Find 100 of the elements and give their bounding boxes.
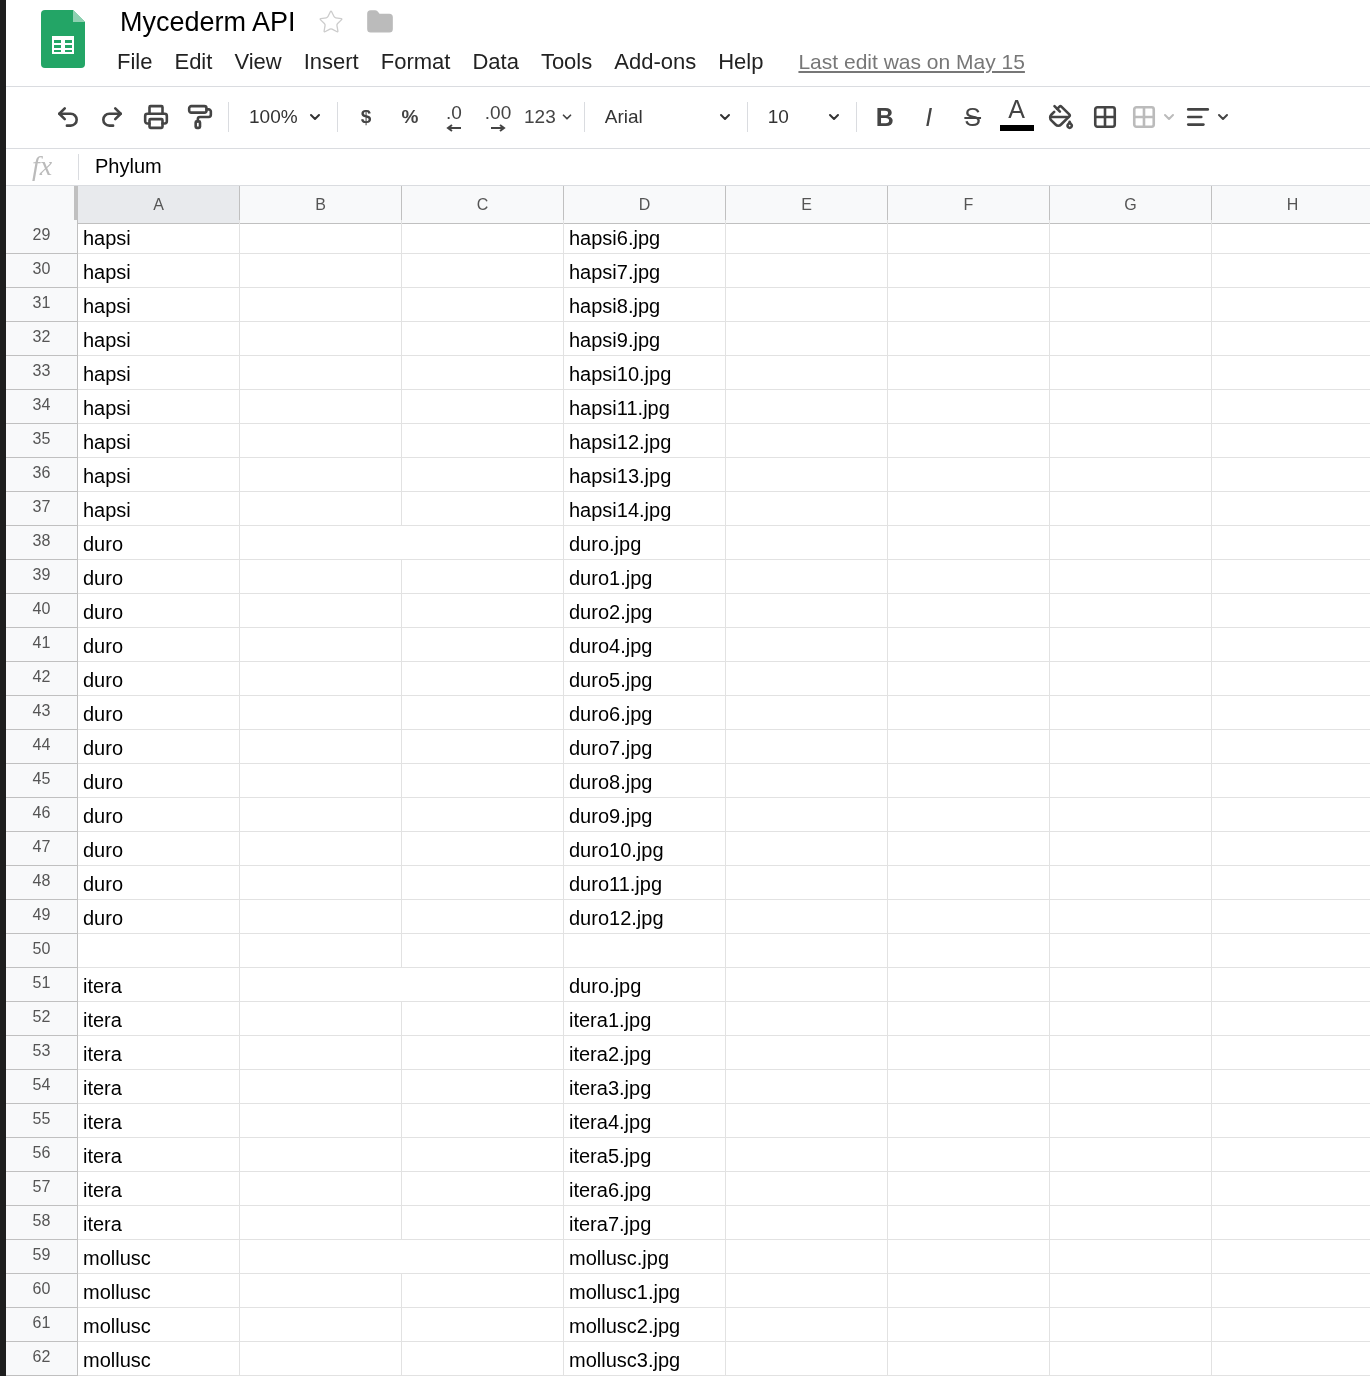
column-header[interactable]: E [726,186,888,224]
row-header[interactable]: 45 [6,764,78,798]
table-cell: itera [78,1104,240,1138]
row-header[interactable]: 30 [6,254,78,288]
row-header[interactable]: 50 [6,934,78,968]
row-header[interactable]: 40 [6,594,78,628]
table-cell: hapsi [78,254,240,288]
row-header[interactable]: 58 [6,1206,78,1240]
row-header[interactable]: 62 [6,1342,78,1376]
increase-decimal-button[interactable]: .00 [476,97,520,138]
column-header[interactable]: G [1050,186,1212,224]
column-header[interactable]: H [1212,186,1370,224]
italic-button[interactable]: I [906,97,951,138]
table-cell: duro1.jpg [564,560,726,594]
table-cell: hapsi6.jpg [564,220,726,254]
row-header[interactable]: 35 [6,424,78,458]
table-cell: hapsi [78,492,240,526]
table-cell: duro5.jpg [564,662,726,696]
row-header[interactable]: 31 [6,288,78,322]
last-edit-link[interactable]: Last edit was on May 15 [798,50,1025,74]
table-cell: duro [78,628,240,662]
column-header[interactable]: C [402,186,564,224]
menu-item[interactable]: Help [707,44,775,80]
table-cell: duro [78,798,240,832]
format-button[interactable]: % [388,97,432,138]
table-cell: mollusc2.jpg [564,1308,726,1342]
menu-item[interactable]: Format [369,44,462,80]
row-header[interactable]: 52 [6,1002,78,1036]
column-header[interactable]: B [240,186,402,224]
table-cell: duro [78,832,240,866]
menu-item[interactable]: Tools [529,44,604,80]
table-cell: mollusc [78,1274,240,1308]
row-header[interactable]: 32 [6,322,78,356]
strikethrough-button[interactable]: S [950,97,995,138]
row-header[interactable]: 38 [6,526,78,560]
table-cell: duro [78,866,240,900]
row-header[interactable]: 51 [6,968,78,1002]
menu-item[interactable]: Edit [163,44,224,80]
table-cell: hapsi [78,288,240,322]
row-header[interactable]: 36 [6,458,78,492]
table-cell: hapsi [78,356,240,390]
table-cell: hapsi [78,424,240,458]
menu-item[interactable]: Add-ons [603,44,708,80]
table-cell: duro [78,594,240,628]
menu-item[interactable]: File [106,44,164,80]
row-header[interactable]: 37 [6,492,78,526]
row-header[interactable]: 60 [6,1274,78,1308]
row-header[interactable]: 44 [6,730,78,764]
row-header[interactable]: 39 [6,560,78,594]
table-cell: duro [78,900,240,934]
table-cell: hapsi [78,322,240,356]
table-cell: duro [78,560,240,594]
format-button[interactable]: $ [344,97,388,138]
size-dropdown[interactable]: 10 [753,97,850,138]
table-cell: itera7.jpg [564,1206,726,1240]
column-header[interactable]: D [564,186,726,224]
table-cell: mollusc [78,1342,240,1376]
decrease-decimal-button[interactable]: .0 [432,97,476,138]
formula-value[interactable]: Phylum [79,155,162,179]
row-header[interactable]: 34 [6,390,78,424]
row-header[interactable]: 48 [6,866,78,900]
row-header[interactable]: 61 [6,1308,78,1342]
document-title[interactable]: Mycederm API [120,6,296,38]
table-cell: itera5.jpg [564,1138,726,1172]
table-cell: itera3.jpg [564,1070,726,1104]
row-header[interactable]: 43 [6,696,78,730]
table-cell: mollusc3.jpg [564,1342,726,1376]
menu-item[interactable]: View [223,44,293,80]
row-header[interactable]: 54 [6,1070,78,1104]
row-header[interactable]: 47 [6,832,78,866]
font-dropdown[interactable]: Arial [590,97,741,138]
row-header[interactable]: 56 [6,1138,78,1172]
bold-button[interactable]: B [862,97,907,138]
table-cell: duro12.jpg [564,900,726,934]
table-cell: duro6.jpg [564,696,726,730]
table-cell: itera4.jpg [564,1104,726,1138]
menu-item[interactable]: Data [461,44,530,80]
row-header[interactable]: 46 [6,798,78,832]
menu-item[interactable]: Insert [292,44,370,80]
row-header[interactable]: 33 [6,356,78,390]
row-header[interactable]: 49 [6,900,78,934]
row-header[interactable]: 55 [6,1104,78,1138]
text-color-button[interactable]: A [994,95,1039,140]
row-header[interactable]: 29 [6,220,78,254]
zoom-dropdown[interactable]: 100% [235,97,331,138]
table-cell: itera [78,1002,240,1036]
table-cell: itera [78,1172,240,1206]
column-header[interactable]: F [888,186,1050,224]
table-cell: duro2.jpg [564,594,726,628]
table-cell: itera2.jpg [564,1036,726,1070]
row-header[interactable]: 41 [6,628,78,662]
column-header[interactable]: A [78,186,240,224]
row-header[interactable]: 59 [6,1240,78,1274]
table-cell: mollusc [78,1308,240,1342]
row-header[interactable]: 42 [6,662,78,696]
row-header[interactable]: 53 [6,1036,78,1070]
table-cell: mollusc [78,1240,240,1274]
table-cell: hapsi [78,458,240,492]
number-format-button[interactable]: 123 [520,97,578,138]
row-header[interactable]: 57 [6,1172,78,1206]
